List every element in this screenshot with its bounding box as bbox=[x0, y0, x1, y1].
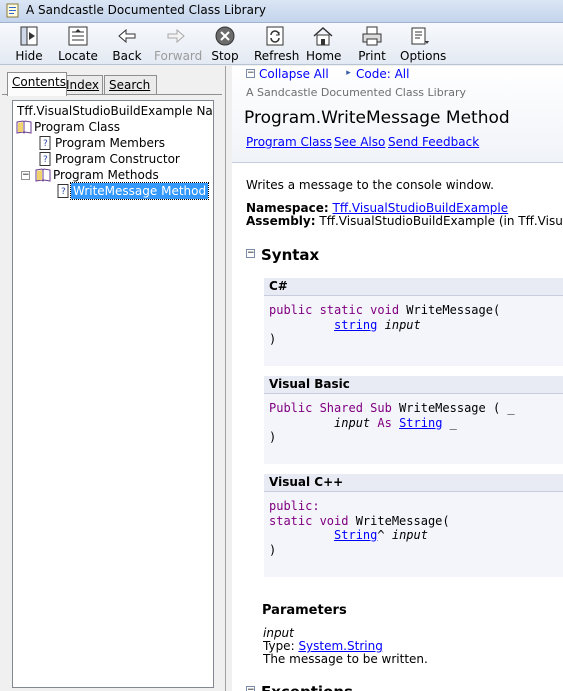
program-class-link[interactable]: Program Class bbox=[246, 135, 332, 149]
refresh-button[interactable]: Refresh bbox=[254, 25, 299, 63]
options-button[interactable]: Options bbox=[400, 25, 446, 63]
document-help-icon: ? bbox=[39, 152, 51, 166]
refresh-icon bbox=[266, 26, 284, 46]
send-feedback-link[interactable]: Send Feedback bbox=[388, 135, 479, 149]
topic-pane: − Collapse All ▸ Code: All A Sandcastle Do… bbox=[232, 66, 563, 691]
parameter-type-line: Type: System.String bbox=[263, 639, 383, 653]
tree-item-writemessage-method[interactable]: ? WriteMessage Method bbox=[55, 182, 210, 200]
print-button[interactable]: Print bbox=[356, 25, 388, 63]
tree-item-program-class[interactable]: Program Class bbox=[16, 119, 206, 135]
assembly-line: Assembly: Tff.VisualStudioBuildExample (… bbox=[246, 214, 563, 228]
code-line: public: bbox=[269, 499, 320, 513]
code-line: input As String _ bbox=[334, 415, 457, 430]
svg-text:?: ? bbox=[43, 155, 48, 165]
document-help-icon: ? bbox=[39, 136, 51, 150]
code-line: ) bbox=[269, 430, 277, 444]
locate-icon bbox=[68, 26, 88, 46]
svg-text:?: ? bbox=[43, 139, 48, 149]
locate-button[interactable]: Locate bbox=[58, 25, 98, 63]
exceptions-section-header[interactable]: −Exceptions bbox=[246, 683, 353, 691]
tree-item-program-methods[interactable]: Program Methods bbox=[35, 167, 205, 183]
code-line: ) bbox=[269, 332, 277, 346]
code-language-filter[interactable]: ▸ Code: All bbox=[345, 67, 409, 81]
string-type-link[interactable]: string bbox=[334, 318, 377, 332]
namespace-link[interactable]: Tff.VisualStudioBuildExample bbox=[333, 201, 509, 215]
collapse-icon: − bbox=[246, 68, 255, 78]
tree-item-program-constructor[interactable]: ? Program Constructor bbox=[37, 151, 207, 167]
code-line: static void WriteMessage( bbox=[269, 513, 450, 528]
window-title: A Sandcastle Documented Class Library bbox=[26, 3, 266, 17]
open-book-icon bbox=[16, 120, 32, 134]
tab-contents[interactable]: Contents bbox=[7, 72, 67, 96]
topic-header: − Collapse All ▸ Code: All A Sandcastle Do… bbox=[232, 66, 563, 162]
string-type-link[interactable]: String bbox=[334, 528, 377, 542]
code-block-visual-cpp: Visual C++ public: static void WriteMess… bbox=[264, 474, 563, 577]
collapse-icon: − bbox=[246, 248, 255, 258]
stop-button[interactable]: Stop bbox=[208, 25, 242, 63]
code-language-label: Visual C++ bbox=[264, 474, 563, 492]
library-title: A Sandcastle Documented Class Library bbox=[246, 86, 466, 99]
help-document-icon bbox=[6, 3, 19, 18]
string-type-link[interactable]: String bbox=[399, 416, 442, 430]
open-book-icon bbox=[35, 168, 51, 182]
dropdown-arrow-icon: ▸ bbox=[346, 68, 351, 78]
printer-icon bbox=[362, 26, 382, 46]
see-also-link[interactable]: See Also bbox=[334, 135, 385, 149]
code-line: String^ input bbox=[334, 528, 428, 542]
back-arrow-icon bbox=[118, 28, 136, 44]
code-line: ) bbox=[269, 542, 277, 557]
svg-text:?: ? bbox=[61, 187, 66, 197]
page-title: Program.WriteMessage Method bbox=[244, 108, 510, 128]
hide-button[interactable]: Hide bbox=[12, 25, 46, 63]
code-language-label: C# bbox=[264, 278, 563, 296]
parameter-name: input bbox=[263, 626, 294, 640]
code-block-visual-basic: Visual Basic Public Shared Sub WriteMess… bbox=[264, 376, 563, 464]
code-line: Public Shared Sub WriteMessage ( _ bbox=[269, 401, 515, 415]
forward-button[interactable]: Forward bbox=[154, 25, 202, 63]
collapse-all-link[interactable]: − Collapse All bbox=[246, 67, 329, 81]
forward-arrow-icon bbox=[167, 28, 185, 44]
expand-toggle[interactable]: − bbox=[21, 171, 30, 180]
tree-item-program-members[interactable]: ? Program Members bbox=[37, 135, 207, 151]
home-icon bbox=[313, 26, 333, 46]
contents-tree[interactable]: Tff.VisualStudioBuildExample Namespace P… bbox=[12, 100, 214, 688]
parameter-description: The message to be written. bbox=[263, 652, 428, 666]
hide-pane-icon bbox=[20, 26, 38, 46]
toolbar: Hide Locate Back Forward Stop Refresh Ho… bbox=[0, 23, 563, 65]
code-block-csharp: C# public static void WriteMessage( stri… bbox=[264, 278, 563, 366]
code-line: public static void WriteMessage( bbox=[269, 303, 501, 317]
code-language-label: Visual Basic bbox=[264, 376, 563, 394]
home-button[interactable]: Home bbox=[306, 25, 341, 63]
tab-search[interactable]: Search bbox=[104, 75, 157, 95]
code-line: string input bbox=[334, 317, 421, 332]
collapse-icon: − bbox=[246, 686, 255, 691]
back-button[interactable]: Back bbox=[110, 25, 144, 63]
navigation-pane: Contents Index Search Tff.VisualStudioBu… bbox=[0, 66, 226, 691]
header-divider bbox=[232, 162, 563, 163]
options-icon bbox=[411, 27, 429, 45]
system-string-link[interactable]: System.String bbox=[298, 639, 382, 653]
syntax-section-header[interactable]: − Syntax bbox=[246, 246, 319, 264]
parameters-heading: Parameters bbox=[262, 603, 347, 618]
stop-icon bbox=[215, 26, 235, 46]
summary-text: Writes a message to the console window. bbox=[246, 178, 494, 192]
title-bar: A Sandcastle Documented Class Library bbox=[0, 0, 563, 23]
document-help-icon: ? bbox=[57, 184, 69, 198]
tab-index[interactable]: Index bbox=[61, 75, 103, 95]
tree-item-namespace[interactable]: Tff.VisualStudioBuildExample Namespace bbox=[17, 103, 213, 119]
namespace-line: Namespace: Tff.VisualStudioBuildExample bbox=[246, 201, 509, 215]
